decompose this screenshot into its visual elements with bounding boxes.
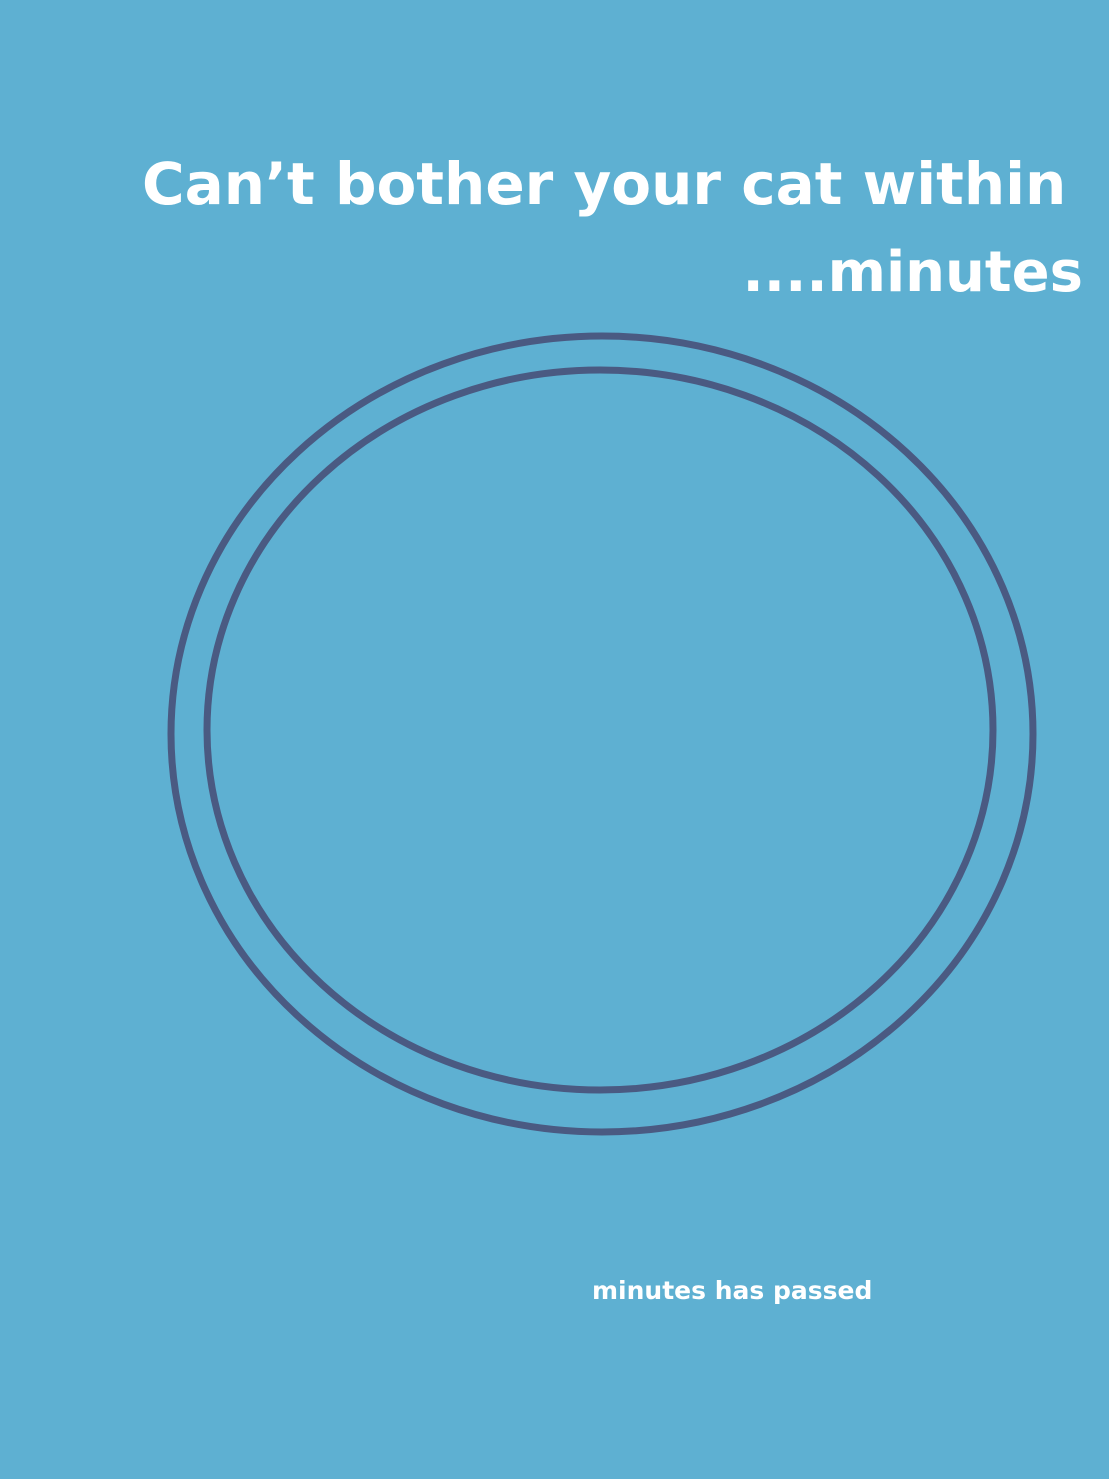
timer-ring[interactable] xyxy=(0,0,1109,1479)
outer-ring xyxy=(167,332,1037,1136)
inner-ring xyxy=(203,366,997,1094)
elapsed-status-label: minutes has passed xyxy=(592,1276,873,1305)
